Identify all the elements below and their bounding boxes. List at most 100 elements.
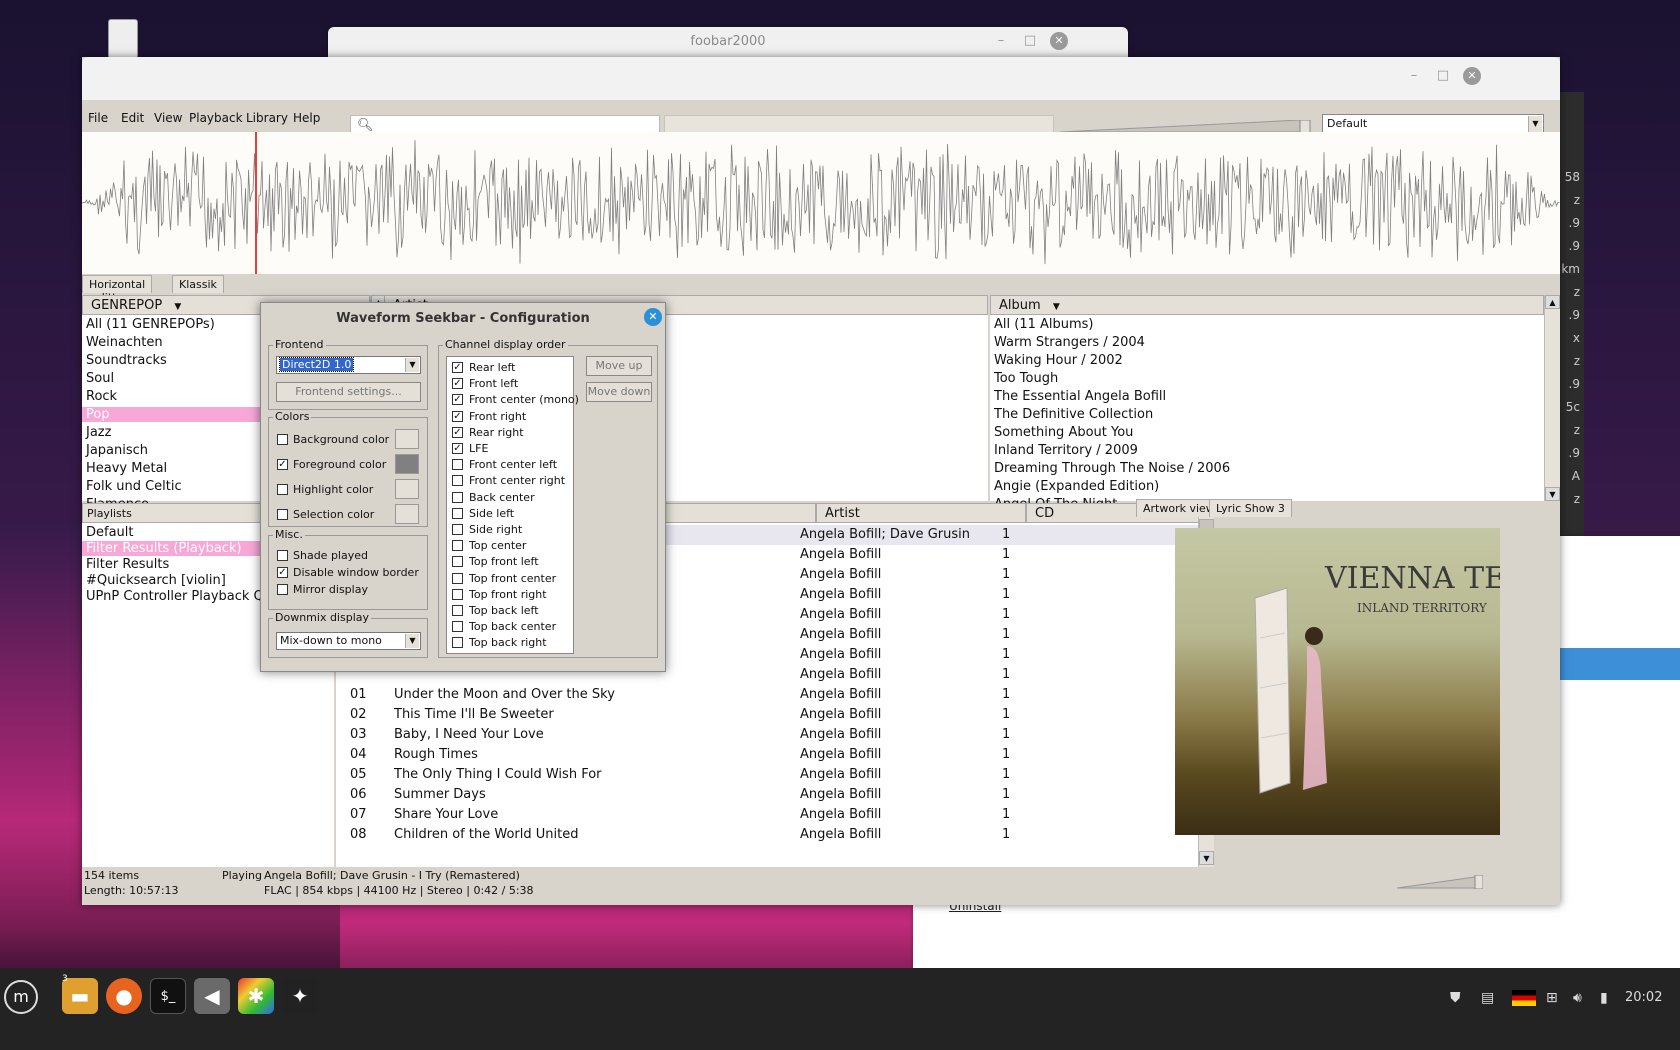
menu-edit[interactable]: Edit	[121, 111, 144, 125]
channel-checkbox[interactable]	[452, 540, 463, 552]
tab-klassik[interactable]: Klassik	[172, 275, 224, 293]
close-icon[interactable]: ✕	[644, 308, 662, 326]
german-flag-icon[interactable]	[1512, 990, 1536, 1006]
color-swatch[interactable]	[395, 454, 419, 474]
channel-list[interactable]: ✓ Rear left ✓ Front left ✓ Front center (mono…	[446, 356, 579, 654]
album-list-item[interactable]: The Essential Angela Bofill	[994, 389, 1166, 404]
channel-checkbox[interactable]	[452, 524, 463, 535]
scroll-up-icon[interactable]: ▲	[1545, 295, 1560, 309]
channel-checkbox[interactable]	[452, 459, 463, 471]
album-column-header[interactable]: Album ▼	[990, 295, 1544, 315]
album-list-item[interactable]: Waking Hour / 2002	[994, 353, 1123, 368]
channel-checkbox[interactable]: ✓	[452, 426, 463, 438]
dsp-preset-dropdown[interactable]: Default ▼	[1322, 114, 1544, 134]
channel-checkbox[interactable]	[452, 556, 463, 568]
channel-checkbox[interactable]	[452, 491, 463, 503]
album-list-item[interactable]: Too Tough	[994, 371, 1058, 386]
table-row[interactable]: 01 Under the Moon and Over the Sky Angela …	[336, 685, 1198, 705]
menu-view[interactable]: View	[154, 111, 182, 125]
maximize-icon[interactable]: □	[1021, 32, 1039, 50]
album-list-item[interactable]: Angie (Expanded Edition)	[994, 479, 1159, 494]
table-row[interactable]: 02 This Time I'll Be Sweeter Angela Bofill…	[336, 705, 1198, 725]
misc-checkbox[interactable]	[277, 550, 288, 561]
color-swatch[interactable]	[395, 504, 419, 524]
color-checkbox[interactable]	[277, 434, 288, 445]
main-titlebar[interactable]: – □ ✕	[82, 57, 1560, 100]
minimize-icon[interactable]: –	[992, 32, 1010, 50]
move-up-button[interactable]: Move up	[586, 356, 652, 376]
album-scrollbar[interactable]: ▲ ▼	[1544, 295, 1560, 501]
foobar-icon[interactable]: ✦	[282, 978, 318, 1014]
battery-icon[interactable]: ▮	[1600, 990, 1608, 1006]
waveform-config-dialog[interactable]: Waveform Seekbar - Configuration ✕ Front…	[260, 302, 666, 672]
waveform-graph[interactable]	[81, 132, 1560, 274]
table-row[interactable]: 04 Rough Times Angela Bofill 1	[336, 745, 1198, 765]
minimize-icon[interactable]: –	[1405, 67, 1423, 85]
desktop-drive-icon[interactable]	[108, 19, 138, 59]
misc-checkbox[interactable]: ✓	[277, 567, 288, 578]
color-checkbox[interactable]	[277, 484, 288, 495]
channel-checkbox[interactable]	[452, 572, 463, 584]
table-row[interactable]: 07 Share Your Love Angela Bofill 1	[336, 805, 1198, 825]
mint-menu-icon[interactable]: m	[4, 980, 38, 1014]
firefox-icon[interactable]: ●	[106, 978, 142, 1014]
album-list-item[interactable]: Inland Territory / 2009	[994, 443, 1138, 458]
clipboard-icon[interactable]: ▤	[1481, 990, 1494, 1006]
artist-column-header[interactable]: Artist	[816, 503, 1026, 523]
channel-label: Rear left	[469, 361, 516, 374]
channel-checkbox[interactable]: ✓	[452, 443, 463, 454]
table-row[interactable]: 06 Summer Days Angela Bofill 1	[336, 785, 1198, 805]
menu-library[interactable]: Library	[246, 111, 288, 125]
status-volume-slider[interactable]	[1397, 875, 1483, 889]
channel-checkbox[interactable]: ✓	[452, 394, 463, 406]
shield-icon[interactable]: ⛊	[1450, 990, 1461, 1006]
channel-checkbox[interactable]: ✓	[452, 378, 463, 390]
track-title: Summer Days	[394, 787, 486, 802]
volume-icon[interactable]: 🔊︎	[1573, 990, 1582, 1006]
background-window[interactable]: foobar2000 – □ ✕	[328, 27, 1128, 57]
album-list-item[interactable]: All (11 Albums)	[994, 317, 1094, 332]
waveform-seekbar[interactable]	[81, 132, 1560, 274]
speaker-icon[interactable]: ◀	[194, 978, 230, 1014]
channel-checkbox[interactable]	[452, 637, 463, 649]
channel-checkbox[interactable]	[452, 507, 463, 519]
album-panel[interactable]: Album ▼ All (11 Albums) Warm Strangers / …	[990, 295, 1560, 512]
channel-checkbox[interactable]	[452, 588, 463, 600]
tab-horizontal-splitter[interactable]: Horizontal splitter	[82, 275, 153, 304]
album-list-item[interactable]: The Definitive Collection	[994, 407, 1153, 422]
maximize-icon[interactable]: □	[1434, 67, 1452, 85]
color-checkbox[interactable]: ✓	[277, 459, 288, 470]
channel-checkbox[interactable]	[452, 475, 463, 487]
menu-help[interactable]: Help	[293, 111, 320, 125]
frontend-dropdown[interactable]: Direct2D 1.0 ▼	[276, 356, 421, 374]
terminal-icon[interactable]: $_	[150, 978, 186, 1014]
album-list-item[interactable]: Warm Strangers / 2004	[994, 335, 1145, 350]
downmix-dropdown[interactable]: Mix-down to mono ▼	[276, 632, 421, 650]
channel-checkbox[interactable]	[452, 621, 463, 633]
track-artist: Angela Bofill	[800, 747, 882, 762]
menu-playback[interactable]: Playback	[189, 111, 243, 125]
table-row[interactable]: 05 The Only Thing I Could Wish For Angela …	[336, 765, 1198, 785]
color-swatch[interactable]	[395, 479, 419, 499]
channel-checkbox[interactable]: ✓	[452, 362, 463, 373]
frontend-settings-button[interactable]: Frontend settings...	[276, 382, 421, 402]
color-swatch[interactable]	[395, 429, 419, 449]
table-row[interactable]: 03 Baby, I Need Your Love Angela Bofill 1	[336, 725, 1198, 745]
network-icon[interactable]: ⊞	[1546, 990, 1558, 1006]
color-checkbox[interactable]	[277, 509, 288, 520]
channel-checkbox[interactable]: ✓	[452, 410, 463, 422]
album-list-item[interactable]: Dreaming Through The Noise / 2006	[994, 461, 1230, 476]
misc-checkbox[interactable]	[277, 584, 288, 595]
channel-checkbox[interactable]	[452, 605, 463, 616]
move-down-button[interactable]: Move down	[586, 382, 652, 402]
scroll-down-icon[interactable]: ▼	[1199, 851, 1214, 865]
close-icon[interactable]: ✕	[1463, 67, 1481, 85]
album-list-item[interactable]: Something About You	[994, 425, 1133, 440]
menu-file[interactable]: File	[88, 111, 108, 125]
clock[interactable]: 20:02	[1625, 990, 1662, 1005]
tab-lyric-show[interactable]: Lyric Show 3	[1209, 499, 1292, 517]
scroll-down-icon[interactable]: ▼	[1545, 487, 1560, 501]
close-icon[interactable]: ✕	[1050, 32, 1068, 50]
table-row[interactable]: 08 Children of the World United Angela Bof…	[336, 825, 1198, 845]
pinwheel-icon[interactable]: ✱	[238, 978, 274, 1014]
